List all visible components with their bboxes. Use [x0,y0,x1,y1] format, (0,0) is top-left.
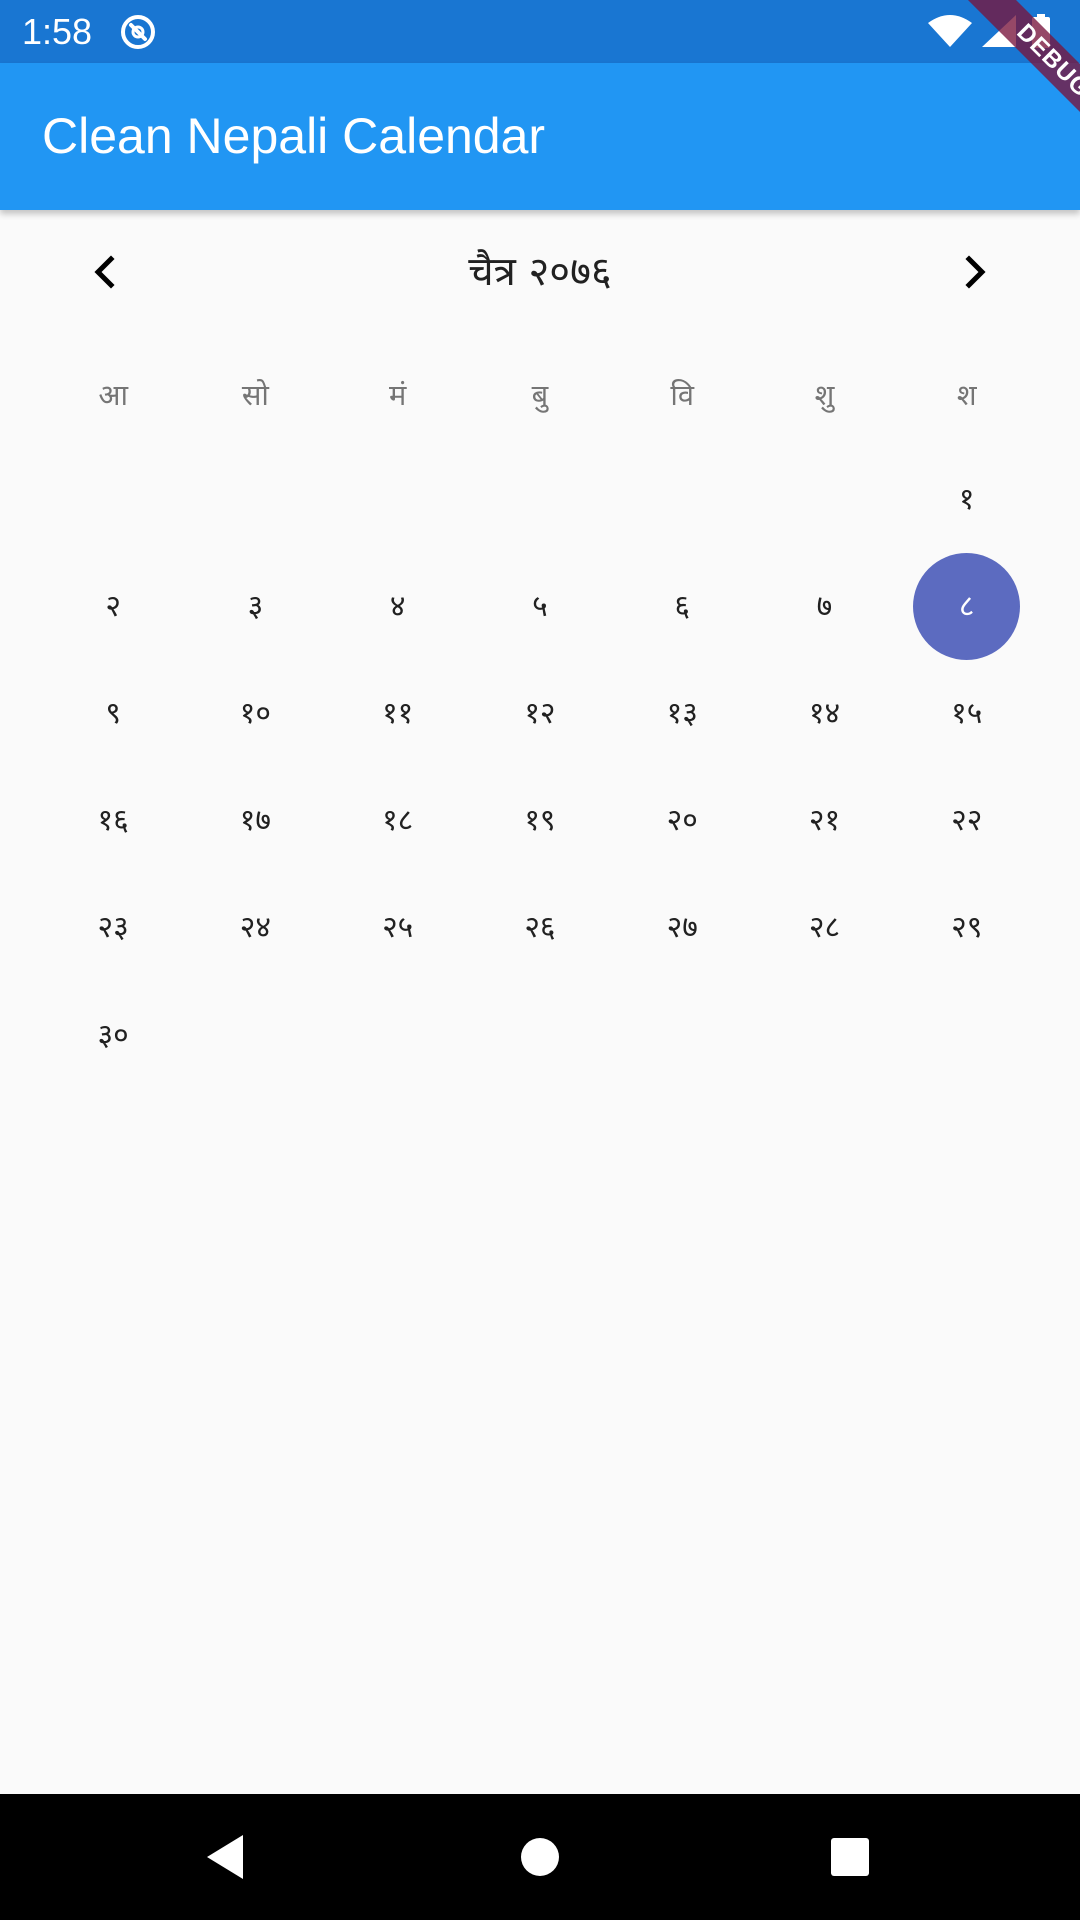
battery-icon [1032,14,1050,48]
day-number: १३ [666,695,698,731]
day-number: २८ [808,910,841,946]
day-number: २९ [951,910,983,946]
day-number: ४ [389,588,406,624]
day-number: १७ [239,803,271,839]
day-number: ६ [674,588,690,624]
system-navigation-bar [0,1794,1080,1920]
weekday-label: श [956,378,977,412]
day-cell[interactable]: २० [611,768,753,875]
weekday-label: आ [98,378,128,412]
day-number: १६ [97,803,129,839]
day-number: ५ [532,588,548,624]
day-cell[interactable]: ६ [611,553,753,660]
day-cell[interactable]: १ [896,446,1038,553]
next-month-button[interactable] [945,242,1005,302]
day-cell[interactable]: १४ [753,660,895,767]
day-number: २२ [951,803,983,839]
day-cell[interactable]: ७ [753,553,895,660]
cell-signal-icon [982,15,1016,47]
blank-cell [611,446,753,553]
day-cell[interactable]: २८ [753,875,895,982]
blank-cell [327,446,469,553]
blank-cell [184,446,326,553]
day-number: ७ [816,588,833,624]
day-number: २५ [382,910,414,946]
day-cell[interactable]: १७ [184,768,326,875]
weekday-label: सो [241,378,269,412]
app-title: Clean Nepali Calendar [42,108,546,164]
blank-cell [42,446,184,553]
selected-day-number: ८ [913,553,1021,661]
day-cell[interactable]: ४ [327,553,469,660]
day-number: ९ [105,695,121,731]
day-number: १२ [524,695,556,731]
day-cell[interactable]: १० [184,660,326,767]
day-number: १ [958,481,975,517]
app-bar: Clean Nepali Calendar [0,63,1080,210]
day-number: १८ [382,803,414,839]
status-time: 1:58 [22,11,93,52]
day-cell[interactable]: २९ [896,875,1038,982]
day-cell[interactable]: २२ [896,768,1038,875]
chevron-right-icon [965,255,986,289]
day-number: २६ [524,910,556,946]
back-button[interactable] [185,1817,265,1897]
month-header: चैत्र २०७६ [0,210,1080,335]
day-number: १५ [951,695,983,731]
weekday-header: आ सो मं बु वि शु श [42,370,1038,420]
day-cell[interactable]: १५ [896,660,1038,767]
day-cell[interactable]: १२ [469,660,611,767]
day-number: २७ [666,910,698,946]
home-icon [521,1838,559,1876]
day-cell[interactable]: २५ [327,875,469,982]
day-number: ११ [382,695,414,731]
day-cell[interactable]: २३ [42,875,184,982]
day-number: १० [239,695,271,731]
weekday-label: वि [670,378,695,412]
day-cell[interactable]: ३ [184,553,326,660]
day-number: २० [666,803,698,839]
day-cell[interactable]: २६ [469,875,611,982]
day-number: २३ [97,910,129,946]
day-cell[interactable]: २ [42,553,184,660]
day-number: २४ [239,910,271,946]
day-number: ३ [247,588,264,624]
calendar-days-grid: १ २ ३ ४ ५ ६ ७ ८ ९ १० ११ १२ १३ १४ १५ १६ १… [42,446,1038,1089]
day-cell[interactable]: २१ [753,768,895,875]
day-number: २ [105,588,121,624]
day-cell[interactable]: १३ [611,660,753,767]
day-cell[interactable]: ११ [327,660,469,767]
month-title: चैत्र २०७६ [468,249,612,295]
day-cell[interactable]: ३० [42,982,184,1089]
home-button[interactable] [500,1817,580,1897]
recents-icon [831,1838,869,1876]
weekday-label: बु [531,378,549,412]
day-number: २१ [808,803,841,839]
day-cell[interactable]: २४ [184,875,326,982]
status-bar: 1:58 [0,0,1080,63]
day-cell[interactable]: २७ [611,875,753,982]
day-number: १४ [808,695,841,731]
selected-day-cell[interactable]: ८ [896,553,1038,661]
status-icons [926,13,1056,49]
weekday-label: शु [814,378,835,412]
day-cell[interactable]: १८ [327,768,469,875]
notification-icon [118,12,158,52]
weekday-label: मं [388,378,407,412]
day-number: ३० [97,1017,129,1053]
day-cell[interactable]: ९ [42,660,184,767]
day-number: १९ [524,803,556,839]
day-cell[interactable]: ५ [469,553,611,660]
blank-cell [753,446,895,553]
back-icon [207,1835,243,1879]
wifi-icon [928,15,972,47]
day-cell[interactable]: १६ [42,768,184,875]
blank-cell [469,446,611,553]
recents-button[interactable] [810,1817,890,1897]
day-cell[interactable]: १९ [469,768,611,875]
